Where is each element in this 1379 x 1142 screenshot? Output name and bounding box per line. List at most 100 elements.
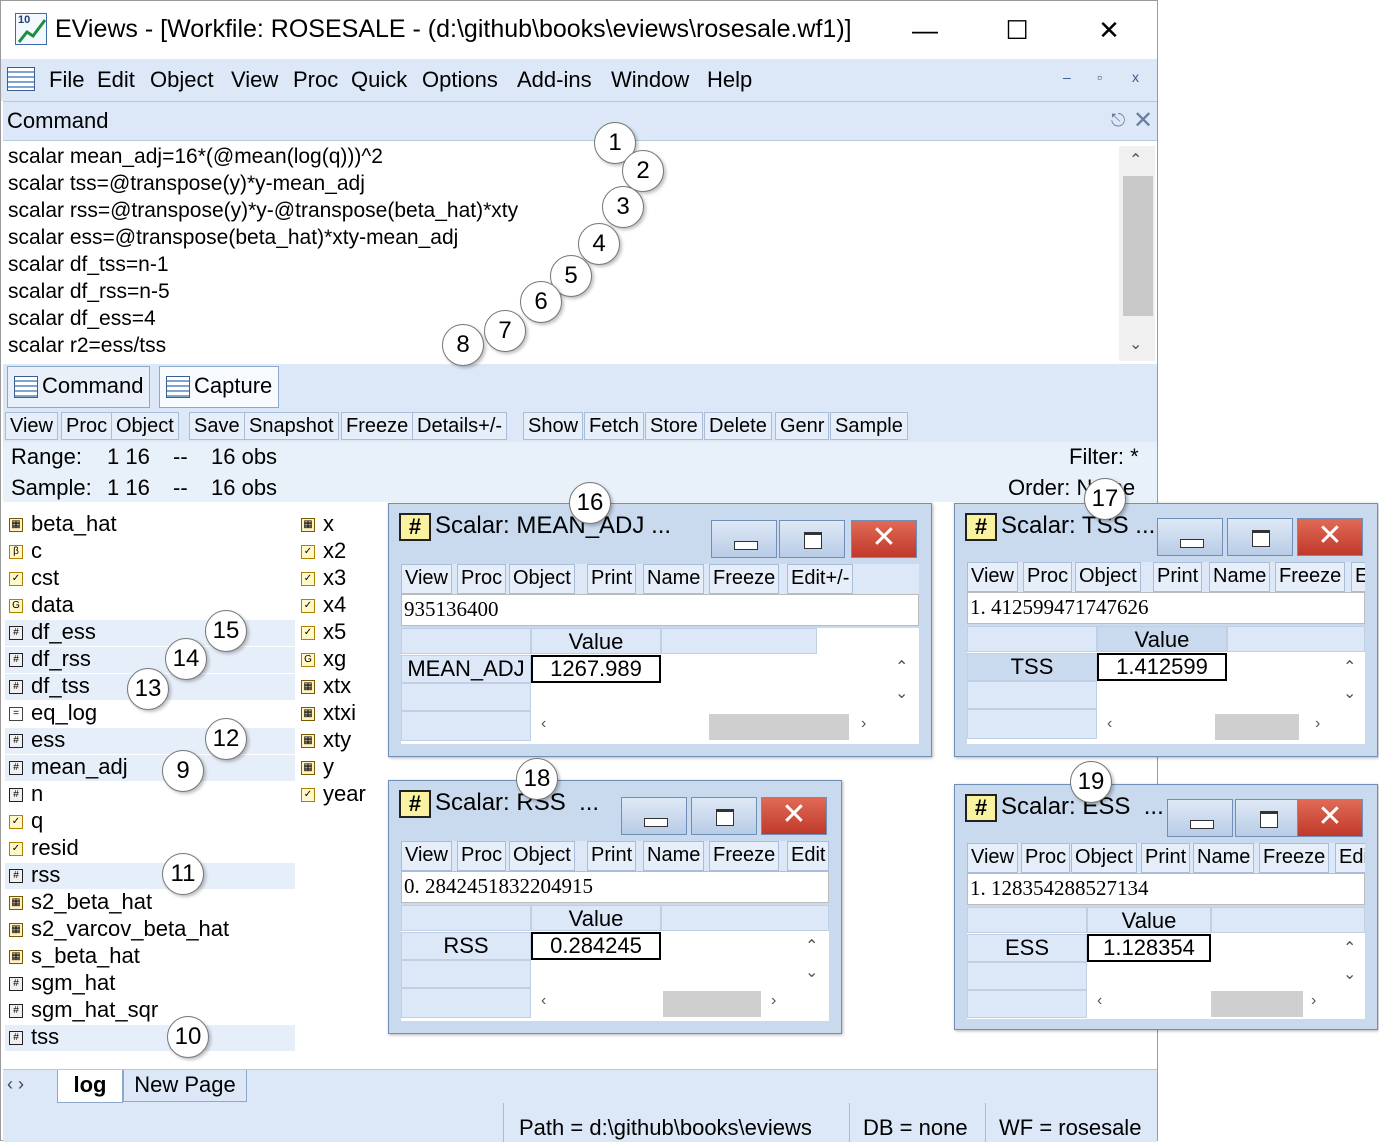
tab-command[interactable]: Command: [7, 366, 151, 408]
scalar-full-value[interactable]: 0. 2842451832204915: [401, 871, 829, 903]
command-close-icon[interactable]: ✕: [1133, 106, 1153, 135]
grid-vscroll[interactable]: ⌃ ⌄: [1337, 936, 1363, 992]
scalar-freeze-button[interactable]: Freeze: [709, 564, 780, 594]
scalar-print-button[interactable]: Print: [1153, 562, 1203, 592]
tab-capture[interactable]: Capture: [159, 366, 280, 408]
scalar-close-button[interactable]: ✕: [851, 520, 917, 558]
scalar-print-button[interactable]: Print: [587, 841, 637, 871]
grid-vscroll[interactable]: ⌃ ⌄: [889, 655, 915, 711]
scalar-close-button[interactable]: ✕: [1297, 799, 1363, 837]
scalar-name-button[interactable]: Name: [643, 841, 705, 871]
wf-freeze-button[interactable]: Freeze: [341, 412, 414, 440]
menu-quick[interactable]: Quick: [351, 67, 407, 93]
minimize-button[interactable]: —: [879, 1, 971, 59]
scalar-proc-button[interactable]: Proc: [457, 841, 507, 871]
menu-proc[interactable]: Proc: [293, 67, 338, 93]
wf-snapshot-button[interactable]: Snapshot: [244, 412, 339, 440]
menu-object[interactable]: Object: [150, 67, 214, 93]
wf-show-button[interactable]: Show: [523, 412, 584, 440]
list-item[interactable]: ▦ x: [297, 511, 387, 538]
list-item[interactable]: # ess: [5, 727, 295, 754]
wf-proc-button[interactable]: Proc: [61, 412, 113, 440]
list-item[interactable]: # tss: [5, 1024, 295, 1051]
scalar-full-value[interactable]: 1. 128354288527134: [967, 873, 1365, 905]
list-item[interactable]: ✓ x2: [297, 538, 387, 565]
list-item[interactable]: ▦ beta_hat: [5, 511, 295, 538]
list-item[interactable]: ✓ cst: [5, 565, 295, 592]
scalar-object-button[interactable]: Object: [509, 564, 575, 594]
tab-new-page[interactable]: New Page: [123, 1070, 247, 1102]
scalar-minimize-button[interactable]: [1157, 518, 1223, 556]
maximize-button[interactable]: ☐: [971, 1, 1063, 59]
scalar-full-value[interactable]: 1. 412599471747626: [967, 592, 1365, 624]
list-item[interactable]: ✓ x3: [297, 565, 387, 592]
list-item[interactable]: ▦ xtxi: [297, 700, 387, 727]
wf-delete-button[interactable]: Delete: [704, 412, 772, 440]
mdi-close-button[interactable]: x: [1132, 69, 1139, 85]
scalar-object-button[interactable]: Object: [509, 841, 575, 871]
list-item[interactable]: ▦ y: [297, 754, 387, 781]
list-item[interactable]: βc: [5, 538, 295, 565]
grid-value-cell[interactable]: 1.128354: [1087, 934, 1211, 962]
menu-file[interactable]: File: [49, 67, 84, 93]
scalar-proc-button[interactable]: Proc: [1021, 843, 1071, 873]
list-item[interactable]: Gdata: [5, 592, 295, 619]
scalar-minimize-button[interactable]: [711, 520, 777, 558]
grid-value-cell[interactable]: 1.412599: [1097, 653, 1227, 681]
scalar-maximize-button[interactable]: [779, 520, 845, 558]
mdi-minimize-button[interactable]: –: [1063, 69, 1071, 85]
list-item[interactable]: Gxg: [297, 646, 387, 673]
scalar-print-button[interactable]: Print: [1141, 843, 1191, 873]
list-item[interactable]: ✓ resid: [5, 835, 295, 862]
list-item[interactable]: # mean_adj: [5, 754, 295, 781]
scroll-up-icon[interactable]: ⌃: [1129, 150, 1142, 170]
list-item[interactable]: ✓ x5: [297, 619, 387, 646]
workfile-doc-icon[interactable]: [7, 67, 35, 91]
range-value[interactable]: 1 16: [107, 444, 150, 470]
grid-hscroll[interactable]: ‹ ›: [1097, 712, 1363, 742]
list-item[interactable]: # rss: [5, 862, 295, 889]
wf-save-button[interactable]: Save: [189, 412, 245, 440]
scalar-freeze-button[interactable]: Freeze: [1259, 843, 1330, 873]
scalar-close-button[interactable]: ✕: [761, 797, 827, 835]
grid-hscroll[interactable]: ‹ ›: [531, 712, 917, 742]
list-item[interactable]: ▦ s2_varcov_beta_hat: [5, 916, 295, 943]
scroll-down-icon[interactable]: ⌄: [1129, 334, 1142, 354]
list-item[interactable]: ▦ s_beta_hat: [5, 943, 295, 970]
scalar-view-button[interactable]: View: [967, 562, 1018, 592]
menu-add-ins[interactable]: Add-ins: [517, 67, 592, 93]
eviews-app-icon[interactable]: 10: [15, 13, 47, 45]
scalar-maximize-button[interactable]: [1235, 799, 1301, 837]
wf-details-button[interactable]: Details+/-: [412, 412, 508, 440]
list-item[interactable]: # sgm_hat: [5, 970, 295, 997]
mdi-restore-button[interactable]: ▫: [1097, 69, 1102, 85]
scalar-name-button[interactable]: Name: [1209, 562, 1271, 592]
wf-genr-button[interactable]: Genr: [775, 412, 830, 440]
pin-icon[interactable]: ⎋: [1111, 110, 1125, 131]
scalar-edit-button[interactable]: Edit: [1335, 843, 1365, 873]
scalar-print-button[interactable]: Print: [587, 564, 637, 594]
scalar-view-button[interactable]: View: [967, 843, 1018, 873]
scalar-proc-button[interactable]: Proc: [1023, 562, 1073, 592]
scalar-minimize-button[interactable]: [621, 797, 687, 835]
grid-hscroll[interactable]: ‹ ›: [1087, 989, 1363, 1019]
command-scrollbar[interactable]: ⌃ ⌄: [1119, 146, 1155, 361]
scalar-close-button[interactable]: ✕: [1297, 518, 1363, 556]
menu-window[interactable]: Window: [611, 67, 689, 93]
grid-value-cell[interactable]: 1267.989: [531, 655, 661, 683]
menu-help[interactable]: Help: [707, 67, 752, 93]
scroll-thumb[interactable]: [1123, 176, 1153, 316]
list-item[interactable]: # df_ess: [5, 619, 295, 646]
scalar-object-button[interactable]: Object: [1071, 843, 1137, 873]
tab-log[interactable]: log: [57, 1070, 123, 1103]
scalar-maximize-button[interactable]: [691, 797, 757, 835]
scalar-view-button[interactable]: View: [401, 841, 452, 871]
scalar-edit-button[interactable]: E: [1351, 562, 1365, 592]
sample-value[interactable]: 1 16: [107, 475, 150, 501]
scalar-minimize-button[interactable]: [1167, 799, 1233, 837]
menu-view[interactable]: View: [231, 67, 278, 93]
wf-view-button[interactable]: View: [5, 412, 58, 440]
list-item[interactable]: ✓ x4: [297, 592, 387, 619]
wf-store-button[interactable]: Store: [645, 412, 703, 440]
wf-fetch-button[interactable]: Fetch: [584, 412, 645, 440]
